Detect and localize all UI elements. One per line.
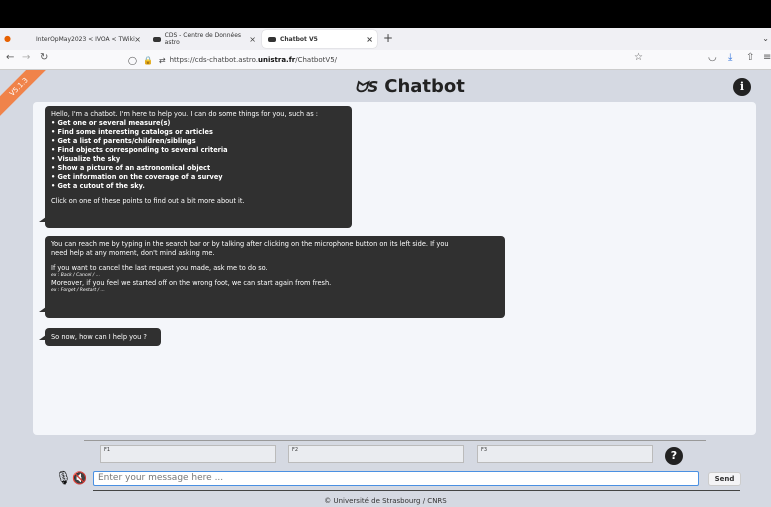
tab-label: InterOpMay2023 < IVOA < TWiki xyxy=(36,35,135,43)
capability-item[interactable]: • Get a list of parents/children/sibling… xyxy=(51,137,346,146)
bookmark-star-icon[interactable]: ☆ xyxy=(634,52,643,63)
screen-top-bar xyxy=(0,0,771,28)
tab-interop[interactable]: InterOpMay2023 < IVOA < TWiki × xyxy=(30,30,145,48)
reload-icon[interactable]: ↻ xyxy=(40,52,48,63)
forward-icon[interactable]: → xyxy=(22,52,30,63)
function-label: F2 xyxy=(292,447,299,453)
back-icon[interactable]: ← xyxy=(6,52,14,63)
chat-message-instructions: You can reach me by typing in the search… xyxy=(39,236,505,318)
share-icon[interactable]: ⇧ xyxy=(746,52,754,63)
capability-item[interactable]: • Find objects corresponding to several … xyxy=(51,146,346,155)
download-icon[interactable]: ⤓ xyxy=(728,52,732,63)
function-slot-f1[interactable]: F1 xyxy=(100,445,276,463)
send-button[interactable]: Send xyxy=(708,472,741,486)
pocket-icon[interactable]: ◡ xyxy=(708,52,717,63)
capability-item[interactable]: • Get one or several measure(s) xyxy=(51,119,346,128)
info-button[interactable]: i xyxy=(733,78,751,96)
capability-item[interactable]: • Get information on the coverage of a s… xyxy=(51,173,346,182)
function-slot-f3[interactable]: F3 xyxy=(477,445,653,463)
capability-item[interactable]: • Visualize the sky xyxy=(51,155,346,164)
chatbot-page: V5.1.3 ᗢS Chatbot i Hello, I'm a chatbot… xyxy=(0,70,771,507)
new-tab-icon[interactable]: + xyxy=(383,31,393,45)
tab-label: Chatbot V5 xyxy=(280,35,318,43)
tab-strip: ● InterOpMay2023 < IVOA < TWiki × CDS - … xyxy=(0,28,771,50)
cds-icon xyxy=(268,36,276,42)
cds-logo-icon: ᗢS xyxy=(355,77,379,96)
input-underline xyxy=(93,490,740,491)
message-text: So now, how can I help you ? xyxy=(51,333,147,341)
chat-message-capabilities: Hello, I'm a chatbot. I'm here to help y… xyxy=(39,106,352,228)
function-label: F3 xyxy=(481,447,488,453)
tab-chatbot[interactable]: Chatbot V5 × xyxy=(262,30,377,48)
chat-area: Hello, I'm a chatbot. I'm here to help y… xyxy=(33,102,756,435)
speaker-muted-icon[interactable]: 🔇 xyxy=(72,471,87,485)
permissions-icon: ⇄ xyxy=(158,55,166,65)
tab-cds[interactable]: CDS - Centre de Données astro × xyxy=(147,30,260,48)
app-header: ᗢS Chatbot xyxy=(355,76,465,97)
message-text: Click on one of these points to find out… xyxy=(51,197,245,205)
chevron-down-icon[interactable]: ⌄ xyxy=(762,34,769,43)
capability-item[interactable]: • Find some interesting catalogs or arti… xyxy=(51,128,346,137)
message-text: Hello, I'm a chatbot. I'm here to help y… xyxy=(51,110,318,118)
message-input[interactable]: Enter your message here ... xyxy=(93,471,699,486)
close-icon[interactable]: × xyxy=(366,35,373,44)
url-prefix: https://cds-chatbot.astro. xyxy=(169,56,258,64)
tab-label: CDS - Centre de Données astro xyxy=(164,32,242,46)
cds-icon xyxy=(153,36,161,42)
url-path: /ChatbotV5/ xyxy=(295,56,338,64)
capability-item[interactable]: • Show a picture of an astronomical obje… xyxy=(51,164,346,173)
lock-icon: 🔒 xyxy=(142,55,153,65)
shield-icon: ◯ xyxy=(128,55,137,65)
navigation-bar: ← → ↻ ◯ 🔒 ⇄ https://cds-chatbot.astro. un… xyxy=(0,50,771,70)
close-icon[interactable]: × xyxy=(134,35,141,44)
chat-message-prompt: So now, how can I help you ? xyxy=(39,328,161,346)
microphone-icon[interactable]: 🎙 xyxy=(55,471,72,486)
message-text: need help at any moment, don't mind aski… xyxy=(51,249,215,257)
message-text: If you want to cancel the last request y… xyxy=(51,264,268,272)
url-domain: unistra.fr xyxy=(258,56,296,64)
capability-item[interactable]: • Get a cutout of the sky. xyxy=(51,182,346,191)
firefox-icon[interactable]: ● xyxy=(4,34,11,43)
message-text: Moreover, if you feel we started off on … xyxy=(51,279,332,287)
function-bar-divider xyxy=(84,440,706,441)
url-bar[interactable]: ◯ 🔒 ⇄ https://cds-chatbot.astro. unistra.… xyxy=(128,53,658,67)
footer-copyright: © Université de Strasbourg / CNRS xyxy=(324,497,447,505)
close-icon[interactable]: × xyxy=(249,35,256,44)
message-text: You can reach me by typing in the search… xyxy=(51,240,449,248)
app-title: Chatbot xyxy=(384,76,465,97)
menu-icon[interactable]: ≡ xyxy=(763,52,771,63)
function-label: F1 xyxy=(104,447,111,453)
help-button[interactable]: ? xyxy=(665,447,683,465)
function-slot-f2[interactable]: F2 xyxy=(288,445,464,463)
example-text: ex : Forget / Restart / ... xyxy=(51,288,105,293)
